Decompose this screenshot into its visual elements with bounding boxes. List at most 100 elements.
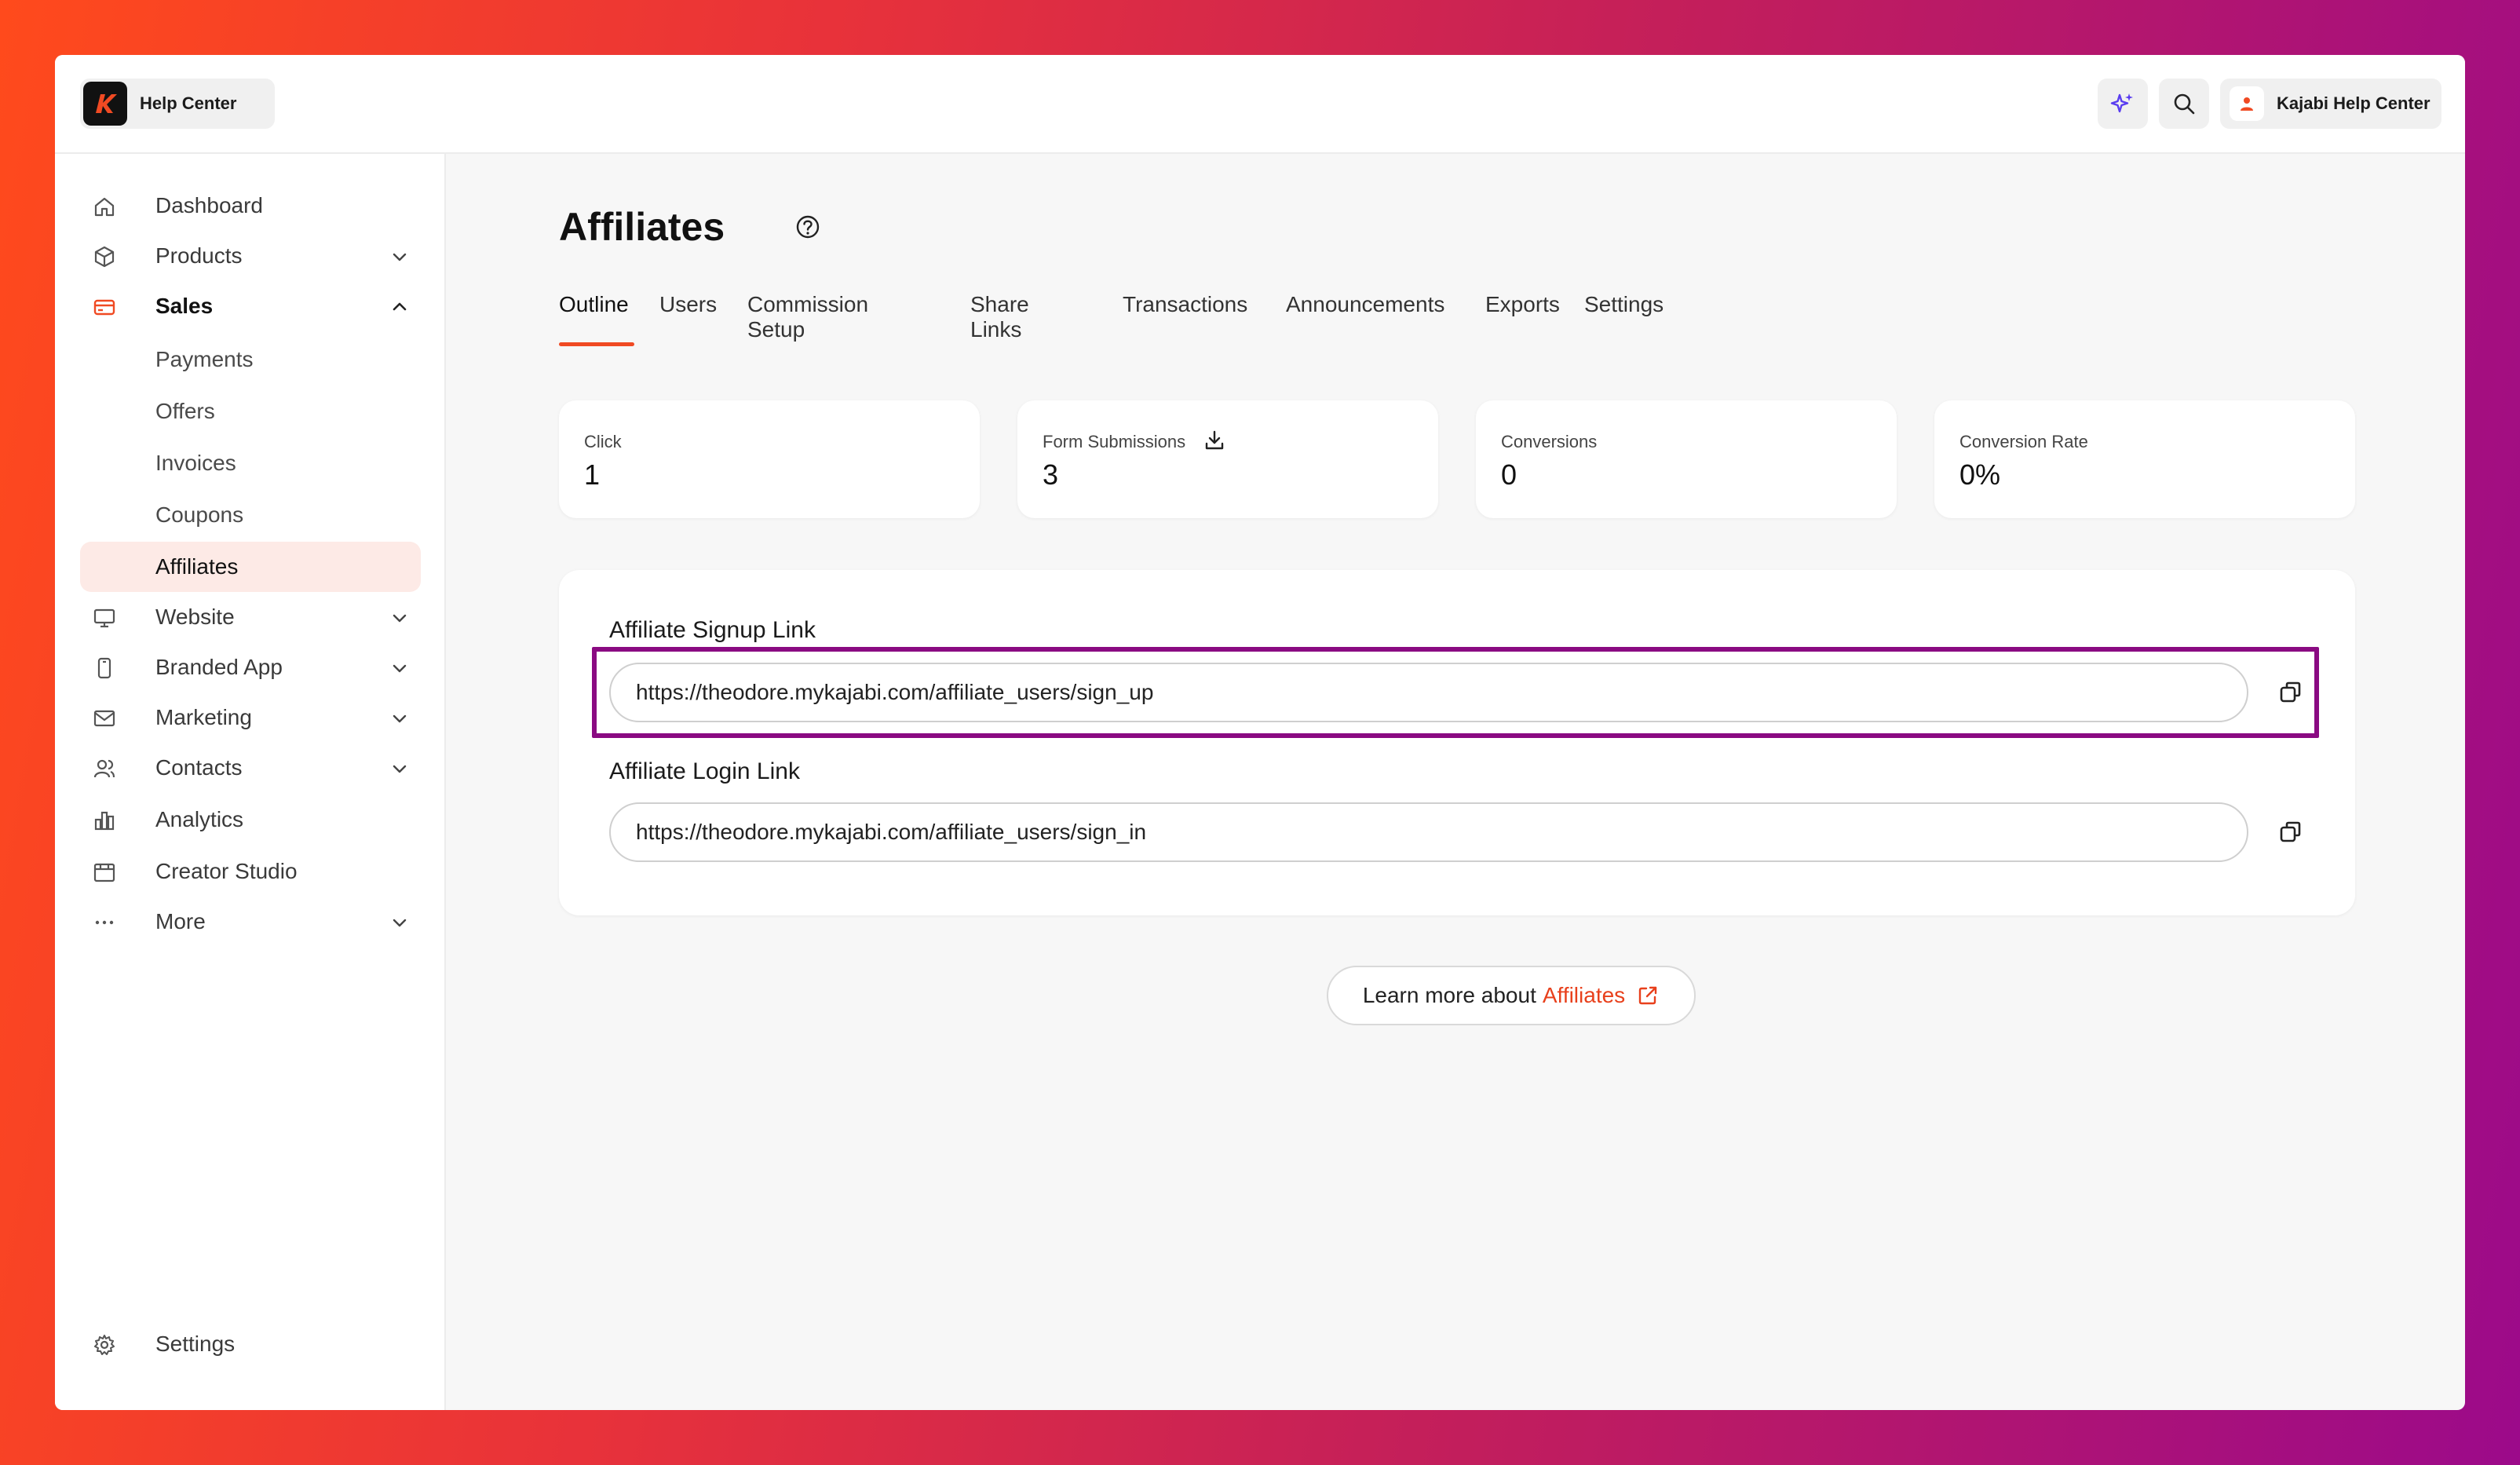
download-icon[interactable] bbox=[1203, 429, 1226, 452]
external-link-icon bbox=[1638, 986, 1657, 1005]
tab-label: Commission Setup bbox=[747, 292, 869, 342]
tab-share-links[interactable]: Share Links bbox=[970, 292, 1029, 347]
sidebar-item-analytics[interactable]: Analytics bbox=[80, 795, 421, 845]
sidebar: Dashboard Products Sales Payments Offers… bbox=[55, 154, 446, 1410]
sidebar-subitem-coupons[interactable]: Coupons bbox=[80, 490, 421, 540]
sidebar-item-contacts[interactable]: Contacts bbox=[80, 743, 421, 793]
sidebar-item-label: Creator Studio bbox=[155, 859, 298, 883]
chevron-down-icon bbox=[393, 253, 407, 261]
mail-icon bbox=[93, 710, 115, 727]
user-icon bbox=[2241, 97, 2253, 111]
login-link-label: Affiliate Login Link bbox=[609, 758, 800, 784]
chevron-down-icon bbox=[393, 664, 407, 673]
tab-label: Settings bbox=[1584, 292, 1664, 316]
sidebar-item-settings[interactable]: Settings bbox=[80, 1319, 421, 1369]
stat-label: Click bbox=[584, 432, 622, 451]
calendar-icon bbox=[93, 863, 115, 882]
stat-value: 0 bbox=[1501, 458, 1517, 491]
copy-icon[interactable] bbox=[2275, 817, 2306, 848]
tab-users[interactable]: Users bbox=[659, 292, 717, 347]
tab-label: Transactions bbox=[1123, 292, 1248, 316]
credit-card-icon bbox=[93, 299, 115, 316]
learn-more-button[interactable]: Learn more about Affiliates bbox=[1327, 966, 1696, 1025]
sidebar-item-label: Sales bbox=[155, 294, 214, 318]
sidebar-item-creator-studio[interactable]: Creator Studio bbox=[80, 846, 421, 897]
users-icon bbox=[93, 759, 115, 778]
avatar bbox=[2230, 86, 2264, 121]
sidebar-subitem-invoices[interactable]: Invoices bbox=[80, 438, 421, 488]
search-icon bbox=[2174, 93, 2195, 115]
stat-label: Form Submissions bbox=[1043, 432, 1186, 451]
sidebar-item-label: Products bbox=[155, 243, 243, 268]
signup-link-label: Affiliate Signup Link bbox=[609, 617, 816, 643]
stat-label: Conversion Rate bbox=[1959, 432, 2088, 451]
sidebar-item-website[interactable]: Website bbox=[80, 592, 421, 642]
sidebar-subitem-offers[interactable]: Offers bbox=[80, 386, 421, 437]
tab-label: Outline bbox=[559, 292, 629, 316]
top-bar: Help Center Kajabi Help Center bbox=[55, 55, 2465, 154]
learn-more-prefix: Learn more about bbox=[1362, 983, 1536, 1007]
sidebar-subitem-label: Coupons bbox=[155, 502, 244, 527]
chevron-down-icon bbox=[393, 714, 407, 723]
tab-announcements[interactable]: Announcements bbox=[1286, 292, 1444, 347]
sidebar-item-more[interactable]: More bbox=[80, 897, 421, 947]
stat-card-form-submissions: Form Submissions 3 bbox=[1017, 400, 1438, 518]
sidebar-item-marketing[interactable]: Marketing bbox=[80, 692, 421, 743]
help-icon[interactable] bbox=[794, 214, 821, 240]
sidebar-item-branded-app[interactable]: Branded App bbox=[80, 642, 421, 692]
tab-label: Announcements bbox=[1286, 292, 1445, 316]
tab-commission-setup[interactable]: Commission Setup bbox=[747, 292, 868, 347]
tab-exports[interactable]: Exports bbox=[1485, 292, 1560, 347]
active-tab-indicator bbox=[559, 342, 634, 346]
tab-outline[interactable]: Outline bbox=[559, 292, 634, 347]
help-center-switcher[interactable]: Help Center bbox=[80, 79, 275, 129]
main-content: Affiliates Outline Users Commission Setu… bbox=[446, 154, 2465, 1410]
sidebar-item-dashboard[interactable]: Dashboard bbox=[80, 181, 421, 231]
phone-icon bbox=[97, 657, 111, 679]
bar-chart-icon bbox=[94, 811, 115, 831]
kajabi-logo-icon bbox=[83, 82, 127, 126]
sparkle-icon bbox=[2110, 93, 2133, 113]
stat-card-click: Click 1 bbox=[559, 400, 980, 518]
stat-card-conversion-rate: Conversion Rate 0% bbox=[1934, 400, 2355, 518]
chevron-down-icon bbox=[393, 765, 407, 773]
sidebar-item-products[interactable]: Products bbox=[80, 231, 421, 281]
login-link-field[interactable] bbox=[609, 802, 2248, 862]
account-name: Kajabi Help Center bbox=[2277, 93, 2431, 113]
tab-transactions[interactable]: Transactions bbox=[1123, 292, 1247, 347]
tab-settings[interactable]: Settings bbox=[1584, 292, 1664, 347]
tab-label: Users bbox=[659, 292, 718, 316]
sidebar-item-label: Settings bbox=[155, 1332, 236, 1356]
chevron-down-icon bbox=[393, 919, 407, 927]
copy-icon[interactable] bbox=[2275, 677, 2306, 708]
sidebar-subitem-affiliates[interactable]: Affiliates bbox=[80, 542, 421, 592]
more-icon bbox=[95, 920, 114, 925]
stat-value: 1 bbox=[584, 458, 601, 491]
box-icon bbox=[94, 246, 115, 268]
affiliate-links-card: Affiliate Signup Link Affiliate Login Li… bbox=[559, 570, 2355, 915]
tab-label: Exports bbox=[1485, 292, 1560, 316]
gear-icon bbox=[94, 1335, 115, 1355]
sidebar-subitem-payments[interactable]: Payments bbox=[80, 334, 421, 385]
ai-assistant-button[interactable] bbox=[2098, 79, 2148, 129]
signup-link-field[interactable] bbox=[609, 663, 2248, 722]
stat-value: 0% bbox=[1959, 458, 2001, 491]
home-icon bbox=[94, 197, 115, 217]
sidebar-item-label: More bbox=[155, 909, 206, 933]
chevron-down-icon bbox=[393, 614, 407, 623]
sidebar-subitem-label: Invoices bbox=[155, 451, 236, 475]
sidebar-item-label: Branded App bbox=[155, 655, 283, 679]
account-menu[interactable]: Kajabi Help Center bbox=[2220, 79, 2441, 129]
sidebar-item-label: Contacts bbox=[155, 755, 243, 780]
sidebar-item-sales[interactable]: Sales bbox=[80, 281, 421, 331]
sidebar-item-label: Analytics bbox=[155, 807, 244, 831]
stat-label: Conversions bbox=[1501, 432, 1598, 451]
stat-card-conversions: Conversions 0 bbox=[1476, 400, 1897, 518]
monitor-icon bbox=[93, 608, 115, 628]
tab-label: Share Links bbox=[970, 292, 1029, 342]
search-button[interactable] bbox=[2159, 79, 2209, 129]
sidebar-item-label: Website bbox=[155, 605, 235, 629]
stat-value: 3 bbox=[1043, 458, 1059, 491]
sidebar-subitem-label: Payments bbox=[155, 347, 254, 371]
sidebar-subitem-label: Offers bbox=[155, 399, 215, 423]
